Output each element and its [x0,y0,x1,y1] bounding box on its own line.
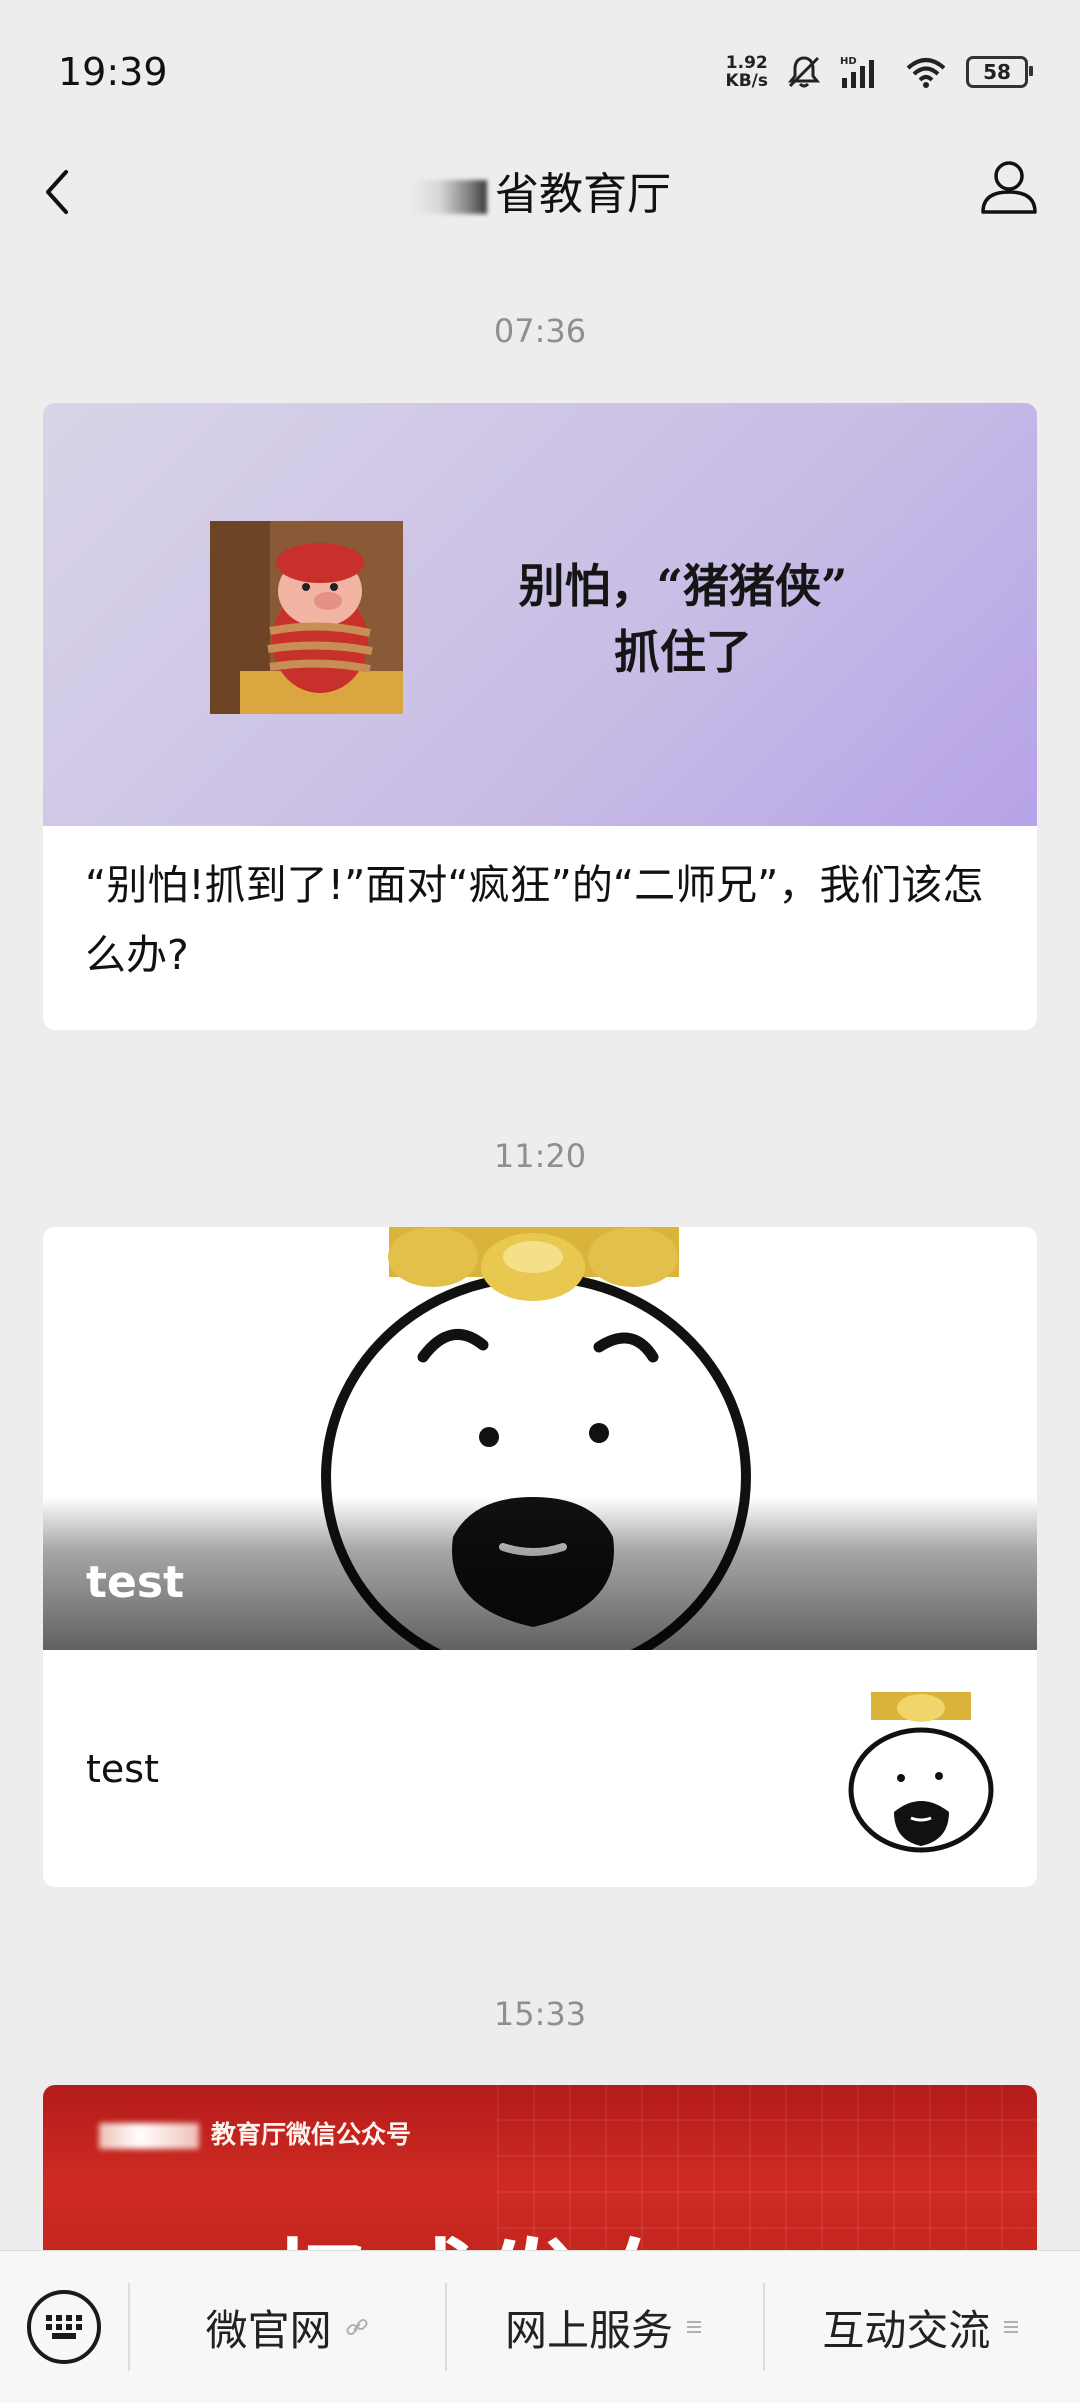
wifi-icon [906,58,946,88]
mute-bell-icon [787,56,821,88]
status-bar: 19:39 1.92 KB/s HD 58 [0,0,1080,140]
network-speed-value: 1.92 [725,53,768,73]
bottom-menu-bar: 微官网 网上服务 互动交流 [0,2250,1080,2403]
menu-item-label: 网上服务 [504,2305,673,2355]
pig-character-image [210,521,403,714]
page-title: 省教育厅 [0,158,1080,222]
menu-lines-icon [687,2321,701,2333]
link-icon [346,2318,368,2336]
keyboard-toggle-button[interactable] [0,2251,128,2403]
page-title-text: 省教育厅 [495,169,671,220]
cover-text-line1: 别怕，“猪猪侠” [518,559,848,613]
status-time: 19:39 [58,50,168,94]
network-speed: 1.92 KB/s [726,54,768,90]
message-timestamp: 11:20 [493,1137,587,1175]
nav-bar: 省教育厅 [0,140,1080,250]
svg-text:HD: HD [840,56,857,67]
header-redacted [99,2123,199,2149]
battery-indicator: 58 [966,56,1033,88]
article-cover: test [43,1227,1037,1650]
title-redacted [409,180,487,214]
article-card[interactable]: 别怕，“猪猪侠” 抓住了 “别怕!抓到了!”面对“疯狂”的“二师兄”，我们该怎么… [43,403,1037,1030]
article-cover: 别怕，“猪猪侠” 抓住了 [43,403,1037,826]
profile-icon[interactable] [974,152,1044,222]
menu-item-online-services[interactable]: 网上服务 [447,2251,762,2403]
article-title: “别怕!抓到了!”面对“疯狂”的“二师兄”，我们该怎么办? [85,861,984,979]
signal-icon: HD [840,56,874,88]
menu-item-micro-website[interactable]: 微官网 [130,2251,445,2403]
article-card[interactable]: 教育厅微信公众号 权威发布 [43,2085,1037,2265]
article-cover-text: 别怕，“猪猪侠” 抓住了 [433,553,933,685]
menu-lines-icon [1004,2321,1019,2333]
article-cover-header: 教育厅微信公众号 [211,2120,412,2149]
article-cover-title: test [86,1557,185,1608]
status-icons: 1.92 KB/s HD 58 [726,54,1033,90]
message-timestamp: 15:33 [493,1995,587,2033]
menu-item-label: 互动交流 [822,2305,991,2355]
cover-text-line2: 抓住了 [614,625,752,679]
article-card[interactable]: test test [43,1227,1037,1887]
cover-gradient-overlay [43,1497,1037,1650]
menu-item-interaction[interactable]: 互动交流 [765,2251,1080,2403]
message-timestamp: 07:36 [493,312,587,350]
menu-item-label: 微官网 [205,2305,332,2355]
keyboard-icon [27,2290,101,2364]
article-subitem-title: test [86,1747,159,1791]
article-thumbnail [839,1690,1003,1854]
network-speed-unit: KB/s [725,71,768,91]
